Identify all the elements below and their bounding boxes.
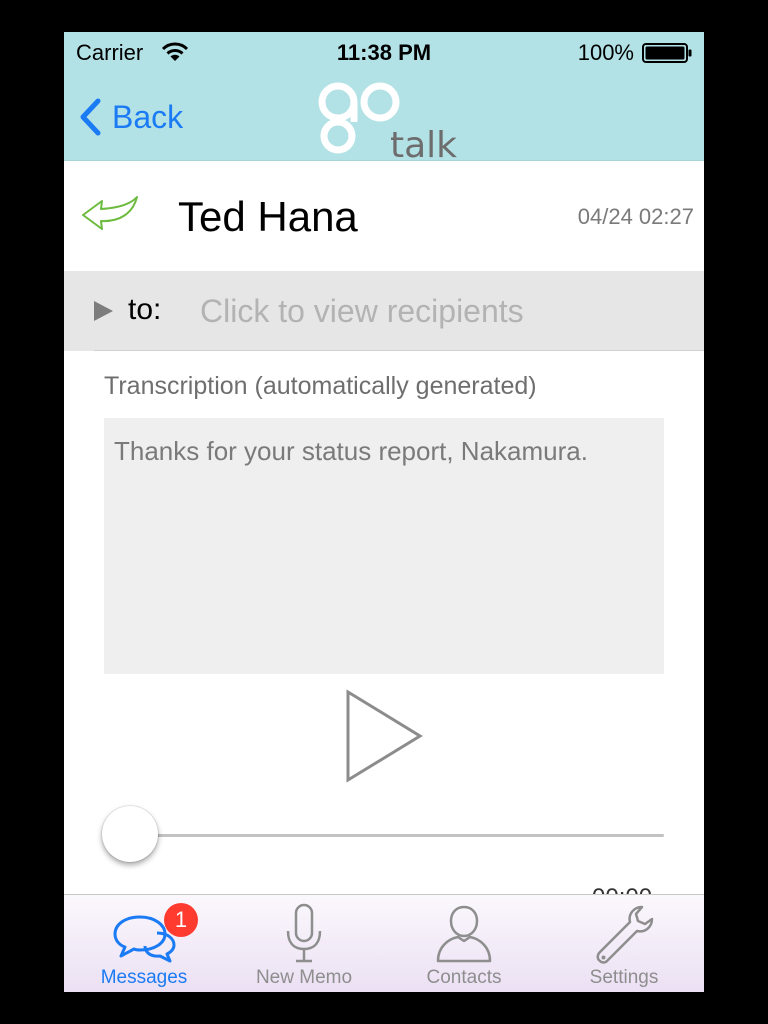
tab-settings[interactable]: Settings (544, 895, 704, 992)
recipients-placeholder: Click to view recipients (200, 293, 524, 329)
to-label: to: (128, 293, 162, 326)
chevron-left-icon (80, 98, 101, 136)
navigation-bar: Back talk (64, 72, 704, 161)
microphone-icon (286, 903, 322, 963)
back-button[interactable]: Back (78, 94, 183, 140)
back-label: Back (112, 98, 184, 135)
message-header: Ted Hana 04/24 02:27 (64, 161, 704, 271)
app-screen: Carrier 11:38 PM 100% Back talk Ted Hana… (64, 32, 704, 992)
tab-bar: 1 Messages New Memo Contacts Settings (64, 894, 704, 992)
person-icon (436, 905, 492, 963)
battery-icon (642, 43, 692, 63)
tab-contacts[interactable]: Contacts (384, 895, 544, 992)
recipients-row[interactable]: to: Click to view recipients (64, 271, 704, 351)
sender-name: Ted Hana (178, 193, 358, 240)
reply-arrow-icon[interactable] (80, 195, 140, 235)
playback-slider-track[interactable] (130, 834, 664, 837)
message-timestamp: 04/24 02:27 (577, 204, 694, 229)
transcription-text: Thanks for your status report, Nakamura. (114, 436, 588, 466)
wrench-icon (596, 905, 654, 964)
transcription-box: Thanks for your status report, Nakamura. (104, 418, 664, 674)
logo-talk-text: talk (390, 125, 457, 160)
battery-percent: 100% (577, 40, 634, 65)
status-bar: Carrier 11:38 PM 100% (64, 32, 704, 72)
tab-messages[interactable]: 1 Messages (64, 895, 224, 992)
disclosure-triangle-icon (94, 301, 113, 321)
tab-new-memo[interactable]: New Memo (224, 895, 384, 992)
gotalk-logo: talk (318, 82, 457, 160)
play-icon[interactable] (342, 688, 426, 784)
tab-label: New Memo (255, 967, 353, 988)
divider (94, 350, 704, 351)
transcription-label: Transcription (automatically generated) (104, 372, 537, 400)
tab-label: Messages (100, 967, 188, 988)
unread-badge: 1 (164, 903, 198, 937)
tab-label: Contacts (426, 967, 502, 988)
playback-slider-thumb[interactable] (102, 806, 158, 862)
tab-label: Settings (589, 967, 659, 988)
